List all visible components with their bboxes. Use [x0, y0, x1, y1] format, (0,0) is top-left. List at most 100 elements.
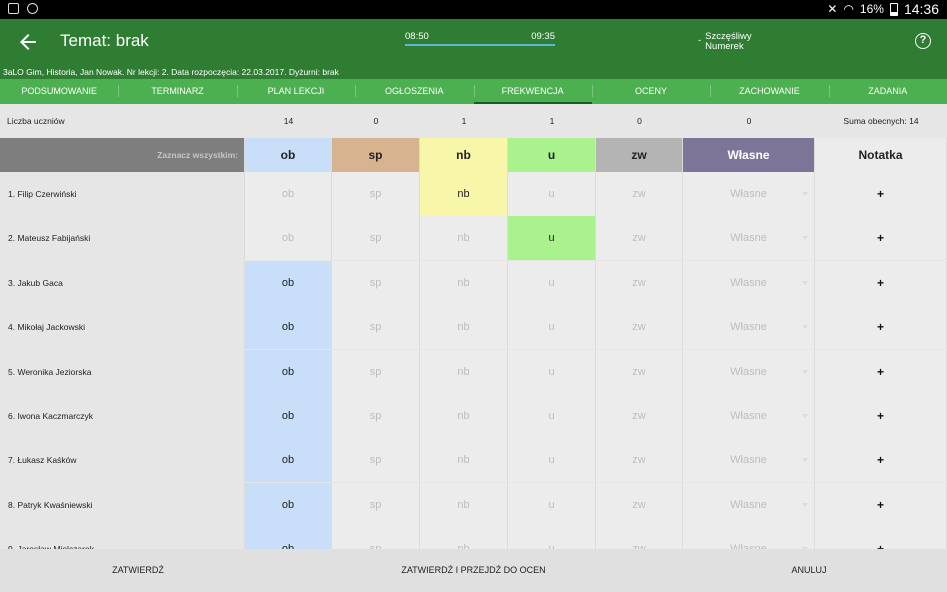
custom-status-dropdown[interactable]: Własne: [683, 216, 815, 261]
mark-u-button[interactable]: u: [508, 482, 596, 527]
add-note-button[interactable]: +: [815, 305, 947, 350]
mark-u-button[interactable]: u: [508, 260, 596, 305]
mark-all-zw-button[interactable]: zw: [596, 138, 683, 172]
custom-status-dropdown[interactable]: Własne: [683, 482, 815, 527]
plus-icon: +: [876, 187, 884, 201]
status-label: u: [548, 232, 555, 245]
add-note-button[interactable]: +: [815, 172, 947, 216]
mark-sp-button[interactable]: sp: [332, 305, 420, 350]
add-note-button[interactable]: +: [815, 216, 947, 261]
add-note-button[interactable]: +: [815, 527, 947, 549]
add-note-button[interactable]: +: [815, 482, 947, 527]
dropdown-arrow-icon: [802, 369, 808, 374]
mark-zw-button[interactable]: zw: [596, 438, 683, 483]
mark-sp-button[interactable]: sp: [332, 482, 420, 527]
mark-zw-button[interactable]: zw: [596, 349, 683, 394]
mark-nb-button[interactable]: nb: [420, 260, 508, 305]
mark-nb-button[interactable]: nb: [420, 305, 508, 350]
mark-all-sp-button[interactable]: sp: [332, 138, 420, 172]
mark-u-button[interactable]: u: [508, 394, 596, 438]
tab-zachowanie[interactable]: ZACHOWANIE: [710, 79, 828, 104]
tab-terminarz[interactable]: TERMINARZ: [118, 79, 236, 104]
tab-frekwencja[interactable]: FREKWENCJA: [473, 79, 593, 104]
mark-ob-button[interactable]: ob: [245, 260, 332, 305]
mark-nb-button[interactable]: nb: [420, 172, 508, 216]
mark-nb-button[interactable]: nb: [420, 349, 508, 394]
help-icon[interactable]: ?: [915, 33, 931, 49]
add-note-button[interactable]: +: [815, 349, 947, 394]
status-label: zw: [632, 454, 646, 467]
mark-u-button[interactable]: u: [508, 216, 596, 261]
mark-zw-button[interactable]: zw: [596, 305, 683, 350]
add-note-button[interactable]: +: [815, 438, 947, 483]
add-note-button[interactable]: +: [815, 394, 947, 438]
status-label: nb: [457, 188, 470, 200]
mark-nb-button[interactable]: nb: [420, 394, 508, 438]
mark-u-button[interactable]: u: [508, 527, 596, 549]
tab-plan-lekcji[interactable]: PLAN LEKCJI: [236, 79, 355, 104]
tab-oceny[interactable]: OCENY: [591, 79, 710, 104]
status-label: nb: [457, 276, 470, 289]
tab-ogłoszenia[interactable]: OGŁOSZENIA: [355, 79, 473, 104]
mark-u-button[interactable]: u: [508, 172, 596, 216]
plus-icon: +: [876, 275, 884, 290]
mark-nb-button[interactable]: nb: [420, 438, 508, 483]
student-name: 9. Jarosław Mielczarek: [0, 527, 245, 549]
status-label: Własne: [730, 365, 767, 378]
add-note-button[interactable]: +: [815, 260, 947, 305]
custom-status-dropdown[interactable]: Własne: [683, 349, 815, 394]
cancel-button[interactable]: ANULUJ: [671, 549, 947, 592]
wifi-icon: ◠: [843, 2, 854, 16]
mark-ob-button[interactable]: ob: [245, 216, 332, 261]
mark-nb-button[interactable]: nb: [420, 216, 508, 261]
mark-zw-button[interactable]: zw: [596, 394, 683, 438]
confirm-and-grades-button[interactable]: ZATWIERDŹ I PRZEJDŹ DO OCEN: [276, 549, 671, 592]
mark-ob-button[interactable]: ob: [245, 394, 332, 438]
lesson-end-time: 09:35: [531, 31, 555, 42]
mark-sp-button[interactable]: sp: [332, 349, 420, 394]
mark-zw-button[interactable]: zw: [596, 527, 683, 549]
mark-all-wlasne-button[interactable]: Własne: [683, 138, 815, 172]
custom-status-dropdown[interactable]: Własne: [683, 527, 815, 549]
mark-ob-button[interactable]: ob: [245, 527, 332, 549]
custom-status-dropdown[interactable]: Własne: [683, 260, 815, 305]
plus-icon: +: [876, 453, 884, 468]
tab-zadania[interactable]: ZADANIA: [828, 79, 947, 104]
mark-zw-button[interactable]: zw: [596, 260, 683, 305]
mark-sp-button[interactable]: sp: [332, 260, 420, 305]
confirm-button[interactable]: ZATWIERDŹ: [0, 549, 276, 592]
back-arrow-icon[interactable]: [16, 30, 40, 54]
status-label: sp: [369, 365, 382, 378]
mark-u-button[interactable]: u: [508, 349, 596, 394]
mark-all-nb-button[interactable]: nb: [420, 138, 508, 172]
custom-status-dropdown[interactable]: Własne: [683, 438, 815, 483]
system-status-bar: ✕ ◠ 16% 14:36: [0, 0, 947, 19]
student-row: 3. Jakub Gaca ob sp nb u zw Własne +: [0, 260, 947, 305]
custom-status-dropdown[interactable]: Własne: [683, 172, 815, 216]
tab-podsumowanie[interactable]: PODSUMOWANIE: [0, 79, 118, 104]
mark-ob-button[interactable]: ob: [245, 305, 332, 350]
mark-ob-button[interactable]: ob: [245, 438, 332, 483]
mark-sp-button[interactable]: sp: [332, 394, 420, 438]
table-header-row: Zaznacz wszystkim: ob sp nb u zw Własne …: [0, 138, 947, 172]
mark-u-button[interactable]: u: [508, 305, 596, 350]
status-label: zw: [632, 188, 646, 200]
mark-sp-button[interactable]: sp: [332, 438, 420, 483]
mark-ob-button[interactable]: ob: [245, 482, 332, 527]
custom-status-dropdown[interactable]: Własne: [683, 305, 815, 350]
mark-all-u-button[interactable]: u: [508, 138, 596, 172]
student-name: 8. Patryk Kwaśniewski: [0, 482, 245, 527]
mark-nb-button[interactable]: nb: [420, 527, 508, 549]
mark-ob-button[interactable]: ob: [245, 349, 332, 394]
mark-zw-button[interactable]: zw: [596, 482, 683, 527]
mark-sp-button[interactable]: sp: [332, 527, 420, 549]
mark-all-ob-button[interactable]: ob: [245, 138, 332, 172]
mark-zw-button[interactable]: zw: [596, 172, 683, 216]
mark-u-button[interactable]: u: [508, 438, 596, 483]
mark-ob-button[interactable]: ob: [245, 172, 332, 216]
custom-status-dropdown[interactable]: Własne: [683, 394, 815, 438]
mark-nb-button[interactable]: nb: [420, 482, 508, 527]
mark-zw-button[interactable]: zw: [596, 216, 683, 261]
mark-sp-button[interactable]: sp: [332, 216, 420, 261]
mark-sp-button[interactable]: sp: [332, 172, 420, 216]
